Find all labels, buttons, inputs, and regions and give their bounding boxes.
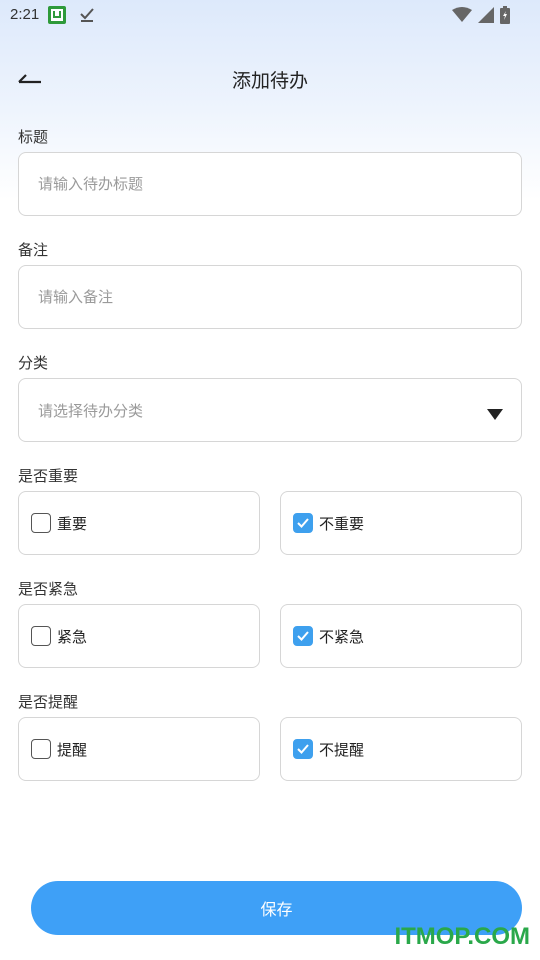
option-label: 不重要 (319, 515, 365, 533)
urgent-label: 是否紧急 (18, 580, 79, 598)
option-label: 不提醒 (319, 741, 365, 759)
important-option[interactable]: 重要 (18, 491, 260, 555)
notification-app-icon (48, 6, 66, 24)
remind-label: 是否提醒 (18, 693, 79, 711)
signal-icon (478, 7, 494, 27)
wifi-icon (452, 7, 472, 27)
category-label: 分类 (18, 354, 49, 372)
checkbox-checked-icon[interactable] (293, 626, 313, 646)
not-important-option[interactable]: 不重要 (280, 491, 522, 555)
category-placeholder: 请选择待办分类 (38, 402, 144, 420)
checkbox-checked-icon[interactable] (293, 513, 313, 533)
option-label: 提醒 (57, 741, 88, 759)
important-label: 是否重要 (18, 467, 79, 485)
not-urgent-option[interactable]: 不紧急 (280, 604, 522, 668)
option-label: 重要 (57, 515, 88, 533)
no-remind-option[interactable]: 不提醒 (280, 717, 522, 781)
option-label: 不紧急 (319, 628, 365, 646)
urgent-option[interactable]: 紧急 (18, 604, 260, 668)
status-time: 2:21 (10, 6, 40, 23)
note-input[interactable] (18, 265, 522, 329)
app-header: 添加待办 (0, 48, 540, 108)
checkbox-checked-icon[interactable] (293, 739, 313, 759)
title-input[interactable] (18, 152, 522, 216)
page-title: 添加待办 (231, 70, 308, 92)
checkbox-unchecked-icon[interactable] (31, 513, 51, 533)
status-icons (452, 6, 510, 28)
watermark: ITMOP.COM (394, 923, 530, 950)
dropdown-triangle-icon (487, 405, 503, 424)
download-done-icon (78, 6, 96, 28)
note-label: 备注 (18, 241, 49, 259)
checkbox-unchecked-icon[interactable] (31, 626, 51, 646)
option-label: 紧急 (57, 628, 88, 646)
title-label: 标题 (18, 128, 49, 146)
status-bar: 2:21 (0, 0, 540, 32)
remind-option[interactable]: 提醒 (18, 717, 260, 781)
category-select[interactable]: 请选择待办分类 (18, 378, 522, 442)
checkbox-unchecked-icon[interactable] (31, 739, 51, 759)
battery-icon (500, 6, 510, 28)
